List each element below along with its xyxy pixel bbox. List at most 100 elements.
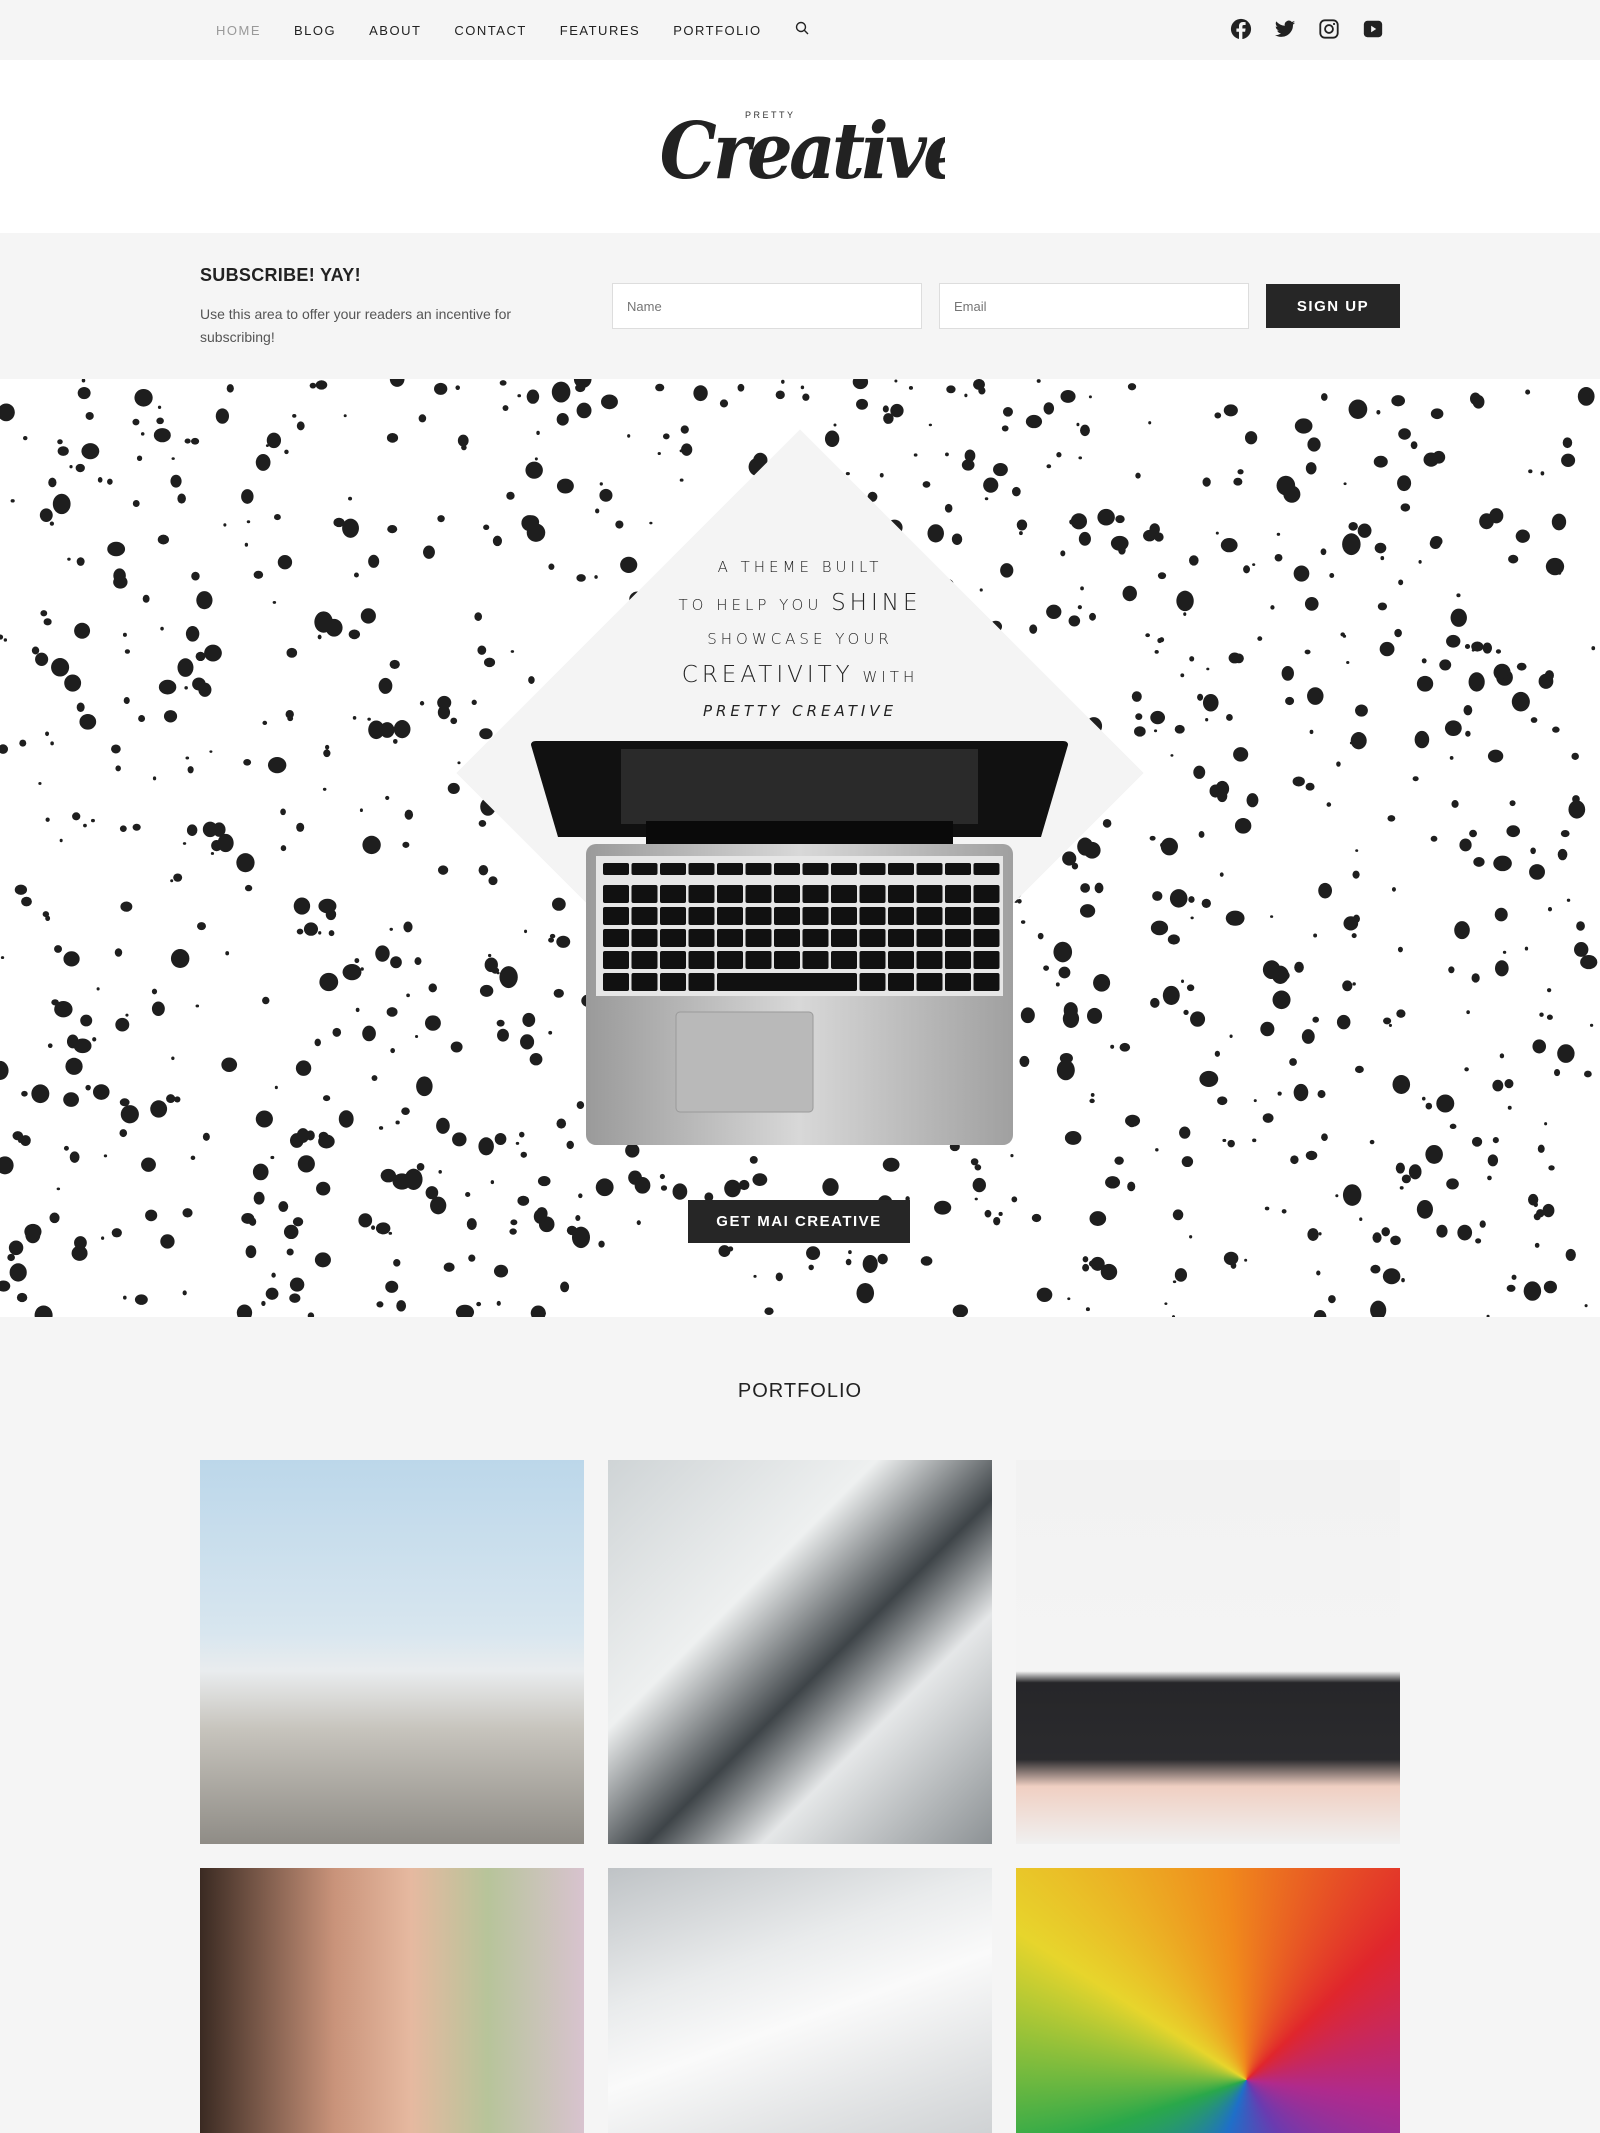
dot bbox=[1508, 554, 1519, 564]
portfolio-item-desk-collage[interactable] bbox=[608, 1460, 992, 1844]
portfolio-item-woman-sunglasses[interactable] bbox=[200, 1868, 584, 2133]
dot bbox=[1372, 1232, 1382, 1243]
dot bbox=[338, 1110, 354, 1128]
dot bbox=[303, 922, 319, 936]
portfolio-item-colored-pencils[interactable] bbox=[1016, 1868, 1400, 2133]
dot bbox=[406, 993, 410, 998]
search-icon[interactable] bbox=[795, 21, 809, 40]
key bbox=[774, 929, 800, 947]
dot bbox=[418, 414, 427, 423]
facebook-icon[interactable] bbox=[1230, 18, 1252, 40]
nav-portfolio[interactable]: PORTFOLIO bbox=[673, 23, 761, 38]
dot bbox=[1131, 691, 1142, 702]
sign-up-button[interactable]: SIGN UP bbox=[1266, 284, 1400, 328]
dot bbox=[733, 1183, 737, 1187]
instagram-icon[interactable] bbox=[1318, 18, 1340, 40]
portfolio-item-santorini[interactable] bbox=[200, 1460, 584, 1844]
dot bbox=[416, 1163, 425, 1171]
dot bbox=[862, 1254, 878, 1273]
dot bbox=[1180, 673, 1185, 678]
dot bbox=[352, 716, 357, 720]
dot bbox=[1079, 904, 1096, 918]
key bbox=[603, 929, 629, 947]
dot bbox=[1169, 889, 1188, 908]
dot bbox=[1281, 666, 1294, 681]
dot bbox=[1305, 782, 1315, 791]
dot bbox=[386, 1007, 398, 1017]
dot bbox=[1449, 755, 1454, 760]
dot bbox=[1301, 1029, 1315, 1044]
dot bbox=[922, 481, 931, 488]
dot bbox=[1025, 414, 1043, 429]
dot bbox=[1290, 1155, 1299, 1165]
dot bbox=[1446, 634, 1461, 648]
site-logo[interactable]: PRETTY Creative bbox=[655, 93, 945, 203]
key bbox=[717, 907, 743, 925]
key bbox=[631, 863, 658, 875]
dot bbox=[342, 518, 359, 538]
dot bbox=[634, 1177, 651, 1194]
dot bbox=[1392, 1075, 1411, 1094]
dot bbox=[1486, 1314, 1490, 1317]
dot bbox=[1292, 776, 1305, 787]
dot bbox=[806, 1246, 821, 1261]
dot bbox=[120, 901, 133, 912]
nav-blog[interactable]: BLOG bbox=[294, 23, 336, 38]
dot bbox=[1229, 1034, 1233, 1038]
dot bbox=[1506, 825, 1521, 838]
get-mai-creative-button[interactable]: GET MAI CREATIVE bbox=[688, 1200, 910, 1243]
nav-about[interactable]: ABOUT bbox=[369, 23, 421, 38]
dot bbox=[983, 477, 999, 493]
twitter-icon[interactable] bbox=[1274, 18, 1296, 40]
dot bbox=[496, 1019, 505, 1027]
dot bbox=[1534, 1242, 1540, 1248]
dot bbox=[1400, 503, 1411, 512]
dot bbox=[1246, 793, 1259, 808]
dot bbox=[961, 459, 975, 471]
dot bbox=[455, 1304, 475, 1317]
dot bbox=[122, 632, 127, 637]
dot bbox=[280, 845, 287, 852]
nav-features[interactable]: FEATURES bbox=[560, 23, 640, 38]
key bbox=[945, 973, 971, 991]
dot bbox=[123, 697, 130, 705]
email-input[interactable] bbox=[939, 283, 1249, 329]
dot bbox=[781, 379, 785, 384]
key bbox=[603, 951, 629, 969]
dot bbox=[124, 649, 131, 654]
key bbox=[916, 907, 943, 925]
dot bbox=[1552, 726, 1560, 733]
name-input[interactable] bbox=[612, 283, 922, 329]
dot bbox=[265, 1287, 279, 1300]
nav-home[interactable]: HOME bbox=[216, 23, 261, 38]
dot bbox=[289, 1277, 305, 1292]
nav-contact[interactable]: CONTACT bbox=[454, 23, 526, 38]
dot bbox=[883, 413, 894, 424]
dot bbox=[1342, 1184, 1362, 1206]
dot bbox=[10, 499, 15, 503]
key bbox=[660, 863, 686, 875]
dot bbox=[210, 852, 215, 855]
dot bbox=[0, 1280, 11, 1292]
dot bbox=[845, 1258, 852, 1266]
dot bbox=[424, 1015, 441, 1031]
dot bbox=[1304, 597, 1319, 611]
dot bbox=[286, 1248, 294, 1256]
youtube-icon[interactable] bbox=[1362, 18, 1384, 40]
dot bbox=[1102, 818, 1112, 828]
dot bbox=[1019, 531, 1023, 536]
dot bbox=[387, 525, 398, 534]
dot bbox=[101, 1236, 105, 1240]
dot bbox=[1153, 729, 1158, 733]
dot bbox=[1193, 765, 1206, 779]
dot bbox=[72, 812, 81, 821]
dot bbox=[1557, 848, 1568, 861]
portfolio-item-tablet-coffee[interactable] bbox=[608, 1868, 992, 2133]
dot bbox=[327, 974, 334, 980]
key bbox=[660, 951, 686, 969]
portfolio-item-keyboard-desk[interactable] bbox=[1016, 1460, 1400, 1844]
dot bbox=[1320, 548, 1327, 556]
dot bbox=[123, 1295, 127, 1300]
dot bbox=[190, 437, 200, 445]
dot bbox=[190, 1155, 196, 1161]
